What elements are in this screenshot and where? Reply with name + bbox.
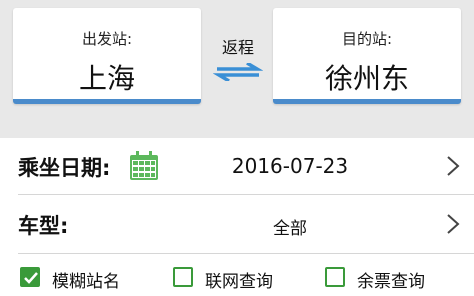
checkbox-icon[interactable] [173,267,193,287]
swap-stations-icon[interactable] [213,63,263,81]
divider [18,194,474,195]
train-type-label: 车型: [18,214,69,238]
date-row[interactable]: 乘坐日期: 2016-07-23 [0,138,474,194]
to-station-name[interactable]: 徐州东 [273,57,461,97]
trip-type-label[interactable]: 返程 [212,34,264,58]
to-station-card[interactable]: 目的站: 徐州东 [273,8,461,104]
online-query-label: 联网查询 [205,272,273,292]
chevron-right-icon[interactable] [445,213,461,235]
ticket-query-option[interactable]: 余票查询 [325,267,455,292]
chevron-right-icon[interactable] [445,155,461,177]
date-label: 乘坐日期: [18,156,111,180]
from-station-label: 出发站: [81,30,133,48]
online-query-option[interactable]: 联网查询 [173,267,303,292]
date-value: 2016-07-23 [231,154,349,178]
query-options: 模糊站名 联网查询 余票查询 [0,258,474,296]
calendar-icon[interactable] [129,151,159,181]
divider [18,253,474,254]
train-type-value: 全部 [273,219,307,239]
train-type-row[interactable]: 车型: 全部 [0,196,474,252]
from-station-card[interactable]: 出发站: 上海 [13,8,201,104]
checkbox-checked-icon[interactable] [20,267,40,287]
fuzzy-station-label: 模糊站名 [52,272,120,292]
to-station-label: 目的站: [341,30,393,48]
checkbox-icon[interactable] [325,267,345,287]
from-station-name[interactable]: 上海 [13,57,201,97]
ticket-query-label: 余票查询 [357,272,425,292]
fuzzy-station-option[interactable]: 模糊站名 [20,267,150,292]
station-header: 出发站: 上海 返程 目的站: 徐州东 [0,0,474,138]
